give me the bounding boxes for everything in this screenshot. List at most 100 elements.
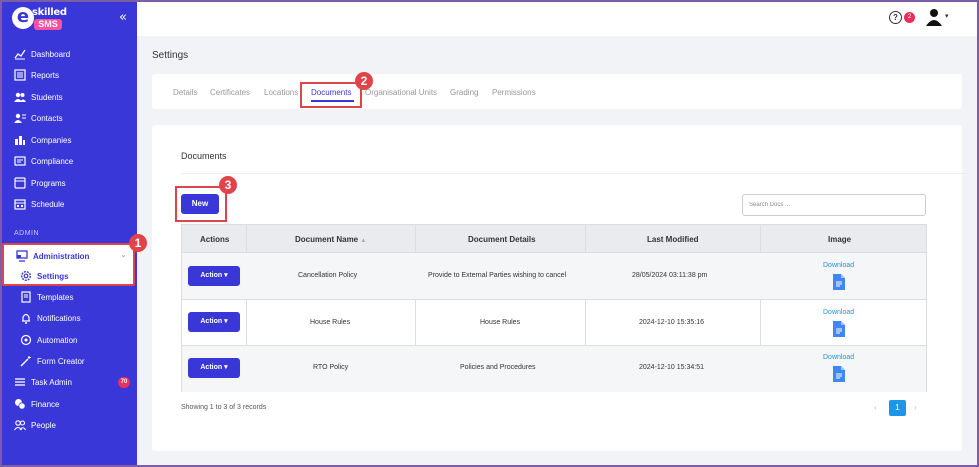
sidebar-item-settings[interactable]: Settings <box>20 270 69 282</box>
sidebar-item-programs[interactable]: Programs <box>14 175 66 191</box>
sidebar-item-automation[interactable]: Automation <box>20 332 77 348</box>
tab-locations[interactable]: Locations <box>264 88 298 97</box>
settings-tabs: Details Certificates Locations Documents… <box>152 74 962 109</box>
sidebar-item-label: Templates <box>37 292 74 302</box>
chevron-down-icon[interactable]: ⌄ <box>120 250 127 259</box>
main-content: ? 2 ▾ Settings Details Certificates Loca… <box>137 0 979 467</box>
sort-icon[interactable]: ▲ <box>360 238 366 244</box>
tab-permissions[interactable]: Permissions <box>492 88 536 97</box>
table-row: Action ▾ Cancellation Policy Provide to … <box>182 252 926 299</box>
sidebar-item-schedule[interactable]: Schedule <box>14 196 64 212</box>
documents-table: Actions Document Name ▲ Document Details… <box>181 224 927 392</box>
active-tab-indicator <box>311 100 354 102</box>
list-icon <box>14 376 26 388</box>
sidebar-item-label: Compliance <box>31 156 74 166</box>
sidebar-item-finance[interactable]: Finance <box>14 396 59 412</box>
table-row: Action ▾ RTO Policy Policies and Procedu… <box>182 345 926 392</box>
sidebar-item-compliance[interactable]: Compliance <box>14 153 73 169</box>
help-icon[interactable]: ? <box>889 11 902 24</box>
tab-details[interactable]: Details <box>173 88 197 97</box>
logo-badge: SMS <box>34 19 62 30</box>
pager-page-1[interactable]: 1 <box>889 400 906 416</box>
google-doc-icon[interactable] <box>833 321 845 337</box>
pager-next-button[interactable]: › <box>914 403 917 412</box>
tab-certificates[interactable]: Certificates <box>210 88 250 97</box>
gear-icon <box>20 270 32 282</box>
sidebar-item-label: Administration <box>33 251 90 261</box>
action-label: Action <box>200 272 223 279</box>
document-details-cell: Provide to External Parties wishing to c… <box>428 272 567 279</box>
sidebar-item-label: Automation <box>37 335 78 345</box>
logo[interactable]: e skilled SMS <box>12 7 72 31</box>
chart-line-icon <box>14 48 26 60</box>
report-icon <box>14 69 26 81</box>
sidebar-item-label: Notifications <box>37 313 81 323</box>
document-details-cell: House Rules <box>480 319 521 326</box>
download-link[interactable]: Download <box>823 309 854 316</box>
action-dropdown-button[interactable]: Action ▾ <box>188 312 240 332</box>
column-header-document-name[interactable]: Document Name ▲ <box>295 235 366 244</box>
sidebar-item-label: Contacts <box>31 113 63 123</box>
pager-prev-button[interactable]: ‹ <box>874 403 877 412</box>
search-docs-input[interactable] <box>742 194 926 216</box>
contacts-icon <box>14 112 26 124</box>
sidebar-item-reports[interactable]: Reports <box>14 67 59 83</box>
documents-card: Documents New Actions Document Name ▲ Do… <box>152 125 969 451</box>
google-doc-icon[interactable] <box>833 366 845 382</box>
wand-icon <box>20 355 32 367</box>
records-summary: Showing 1 to 3 of 3 records <box>181 404 267 411</box>
sidebar-item-task-admin[interactable]: Task Admin <box>14 374 72 390</box>
sidebar-item-label: People <box>31 420 56 430</box>
last-modified-cell: 2024-12-10 15:34:51 <box>639 364 704 371</box>
action-label: Action <box>200 318 223 325</box>
sidebar-item-label: Dashboard <box>31 49 71 59</box>
coins-icon <box>14 398 26 410</box>
sidebar-item-templates[interactable]: Templates <box>20 289 73 305</box>
sidebar-item-notifications[interactable]: Notifications <box>20 310 81 326</box>
users-icon <box>14 91 26 103</box>
logo-letter: e <box>12 7 34 29</box>
document-name-cell: House Rules <box>310 319 351 326</box>
column-header-actions: Actions <box>200 235 230 244</box>
logo-word: skilled <box>32 7 67 18</box>
column-header-image: Image <box>828 235 852 244</box>
programs-icon <box>14 177 26 189</box>
sidebar-item-companies[interactable]: Companies <box>14 132 71 148</box>
caret-down-icon[interactable]: ▾ <box>945 12 949 20</box>
sidebar-item-label: Finance <box>31 399 60 409</box>
sidebar-item-label: Schedule <box>31 199 65 209</box>
action-dropdown-button[interactable]: Action ▾ <box>188 358 240 378</box>
download-link[interactable]: Download <box>823 354 854 361</box>
sidebar-item-label: Settings <box>37 271 69 281</box>
tab-documents[interactable]: Documents <box>311 88 351 97</box>
column-header-document-details: Document Details <box>468 235 536 244</box>
document-name-cell: RTO Policy <box>313 364 349 371</box>
sidebar-item-label: Task Admin <box>31 377 72 387</box>
sidebar-item-label: Companies <box>31 135 72 145</box>
automation-icon <box>20 334 32 346</box>
tab-grading[interactable]: Grading <box>450 88 478 97</box>
new-document-button[interactable]: New <box>181 194 219 214</box>
tab-organisational-units[interactable]: Organisational Units <box>365 88 437 97</box>
callout-step-3: 3 <box>219 176 237 194</box>
download-link[interactable]: Download <box>823 262 854 269</box>
sidebar-item-administration[interactable]: Administration <box>16 250 89 262</box>
sidebar-item-students[interactable]: Students <box>14 89 63 105</box>
bell-icon <box>20 312 32 324</box>
sidebar-item-people[interactable]: People <box>14 417 56 433</box>
people-icon <box>14 419 26 431</box>
sidebar-admin-group: Administration ⌄ Settings <box>2 243 135 286</box>
sidebar-item-dashboard[interactable]: Dashboard <box>14 46 70 62</box>
sidebar-item-contacts[interactable]: Contacts <box>14 110 63 126</box>
google-doc-icon[interactable] <box>833 274 845 290</box>
divider <box>181 173 969 174</box>
section-label-admin: ADMIN <box>14 230 40 237</box>
last-modified-cell: 28/05/2024 03:11:38 pm <box>632 272 708 279</box>
user-avatar-icon[interactable] <box>925 8 943 26</box>
monitor-icon <box>16 250 28 262</box>
action-dropdown-button[interactable]: Action ▾ <box>188 266 240 286</box>
sidebar-item-form-creator[interactable]: Form Creator <box>20 353 85 369</box>
task-count-badge: 70 <box>118 377 130 388</box>
sidebar: e skilled SMS « Dashboard Reports Studen… <box>0 0 137 467</box>
double-chevron-left-icon[interactable]: « <box>119 10 127 25</box>
